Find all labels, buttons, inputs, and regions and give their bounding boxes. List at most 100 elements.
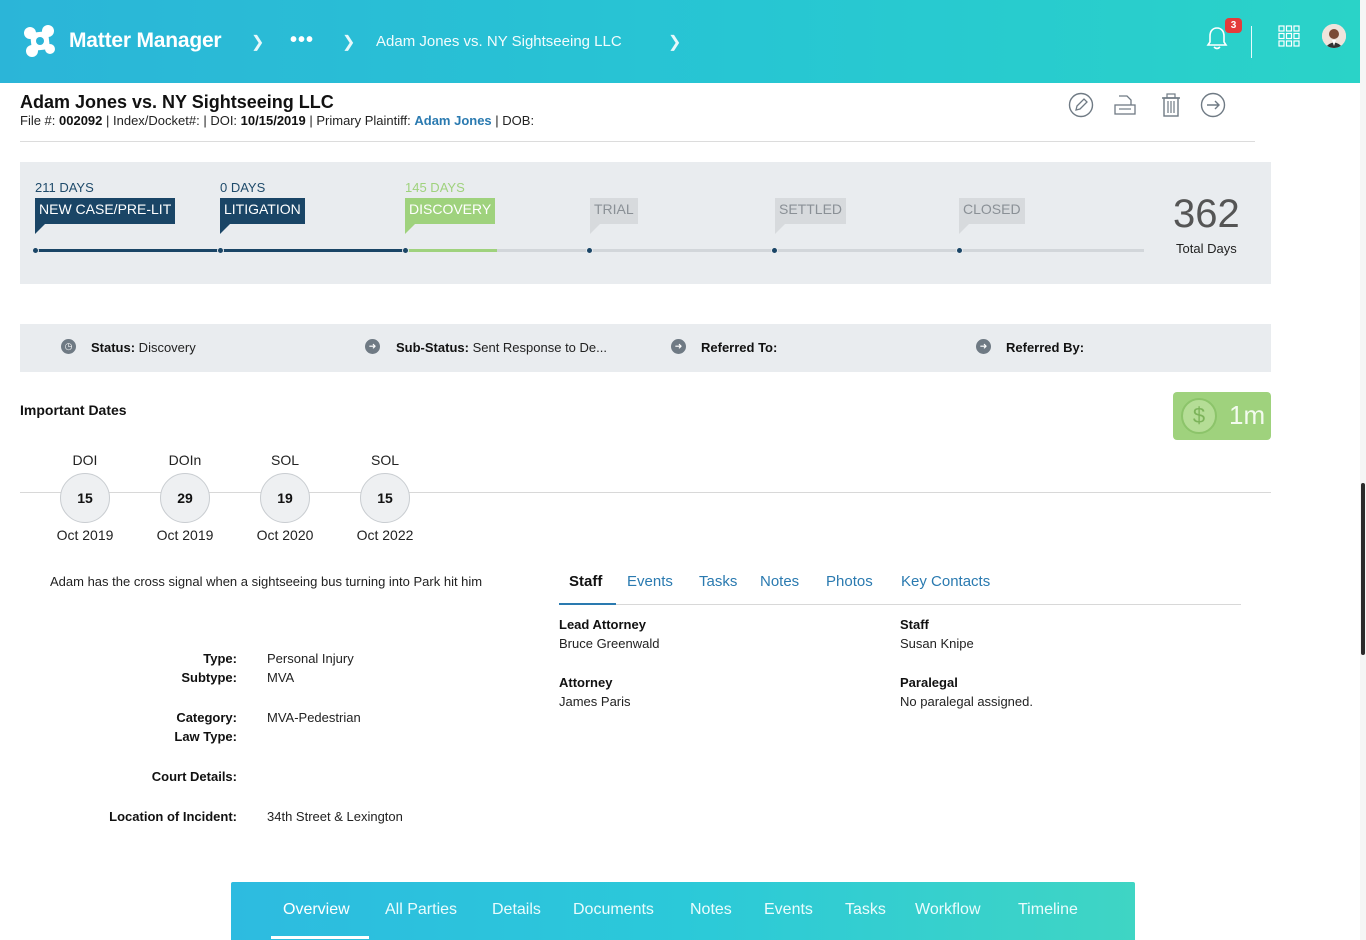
referred-by[interactable]: Referred By: — [1006, 340, 1084, 355]
attorney-name[interactable]: James Paris — [559, 694, 631, 709]
edit-icon[interactable] — [1068, 92, 1094, 118]
paralegal-value: No paralegal assigned. — [900, 694, 1033, 709]
date-month: Oct 2019 — [156, 527, 214, 543]
tab-photos[interactable]: Photos — [826, 573, 873, 590]
nav-workflow[interactable]: Workflow — [915, 901, 981, 919]
arrow-right-icon: ➜ — [671, 339, 686, 354]
category-value: MVA-Pedestrian — [267, 710, 361, 725]
notification-badge: 3 — [1225, 18, 1242, 33]
plaintiff-link[interactable]: Adam Jones — [414, 113, 491, 128]
status-value: Discovery — [135, 340, 196, 355]
important-date[interactable]: DOI 15 Oct 2019 — [45, 452, 125, 543]
status-label: Status: — [91, 340, 136, 355]
matter-manager-logo-icon[interactable] — [20, 21, 60, 61]
case-stage-progress: 211 DAYS NEW CASE/PRE-LIT 0 DAYS LITIGAT… — [20, 162, 1271, 284]
breadcrumb-more[interactable]: ••• — [290, 29, 314, 52]
stage-days: 211 DAYS — [35, 180, 94, 195]
nav-overview[interactable]: Overview — [283, 901, 350, 919]
stage-node — [956, 247, 963, 254]
date-type: DOI — [72, 452, 98, 468]
active-tab-indicator — [559, 603, 616, 605]
apps-grid-icon[interactable] — [1278, 25, 1300, 47]
nav-notes[interactable]: Notes — [690, 901, 732, 919]
trash-icon[interactable] — [1158, 92, 1184, 118]
stage-settled[interactable]: SETTLED — [775, 198, 847, 224]
breadcrumb-case[interactable]: Adam Jones vs. NY Sightseeing LLC — [376, 33, 622, 50]
nav-timeline[interactable]: Timeline — [1018, 901, 1078, 919]
referred-to-label: Referred To: — [701, 340, 778, 355]
important-date[interactable]: DOIn 29 Oct 2019 — [145, 452, 225, 543]
stage-days: 0 DAYS — [220, 180, 266, 195]
lead-attorney-name[interactable]: Bruce Greenwald — [559, 636, 659, 651]
stage-pointer — [405, 224, 415, 234]
stage-pointer — [220, 224, 230, 234]
referred-to[interactable]: Referred To: — [701, 340, 777, 355]
stage-node — [586, 247, 593, 254]
chevron-right-icon: ❯ — [668, 34, 682, 51]
stage-discovery[interactable]: DISCOVERY — [405, 198, 496, 224]
subtype-value: MVA — [267, 670, 295, 685]
date-type: DOIn — [168, 452, 202, 468]
important-dates-title: Important Dates — [20, 402, 127, 418]
sub-status[interactable]: Sub-Status: Sent Response to De... — [396, 340, 607, 355]
stage-node — [32, 247, 39, 254]
subtype-label: Subtype: — [181, 670, 237, 685]
status[interactable]: Status: Discovery — [91, 340, 196, 355]
index-label: | Index/Docket#: | DOI: — [102, 113, 241, 128]
tab-events[interactable]: Events — [627, 573, 673, 590]
share-arrow-icon[interactable] — [1200, 92, 1226, 118]
page-title: Adam Jones vs. NY Sightseeing LLC — [20, 92, 334, 112]
stage-litigation[interactable]: LITIGATION — [220, 198, 305, 224]
nav-details[interactable]: Details — [492, 901, 541, 919]
file-number: 002092 — [59, 113, 103, 128]
app-name[interactable]: Matter Manager — [69, 29, 222, 53]
tab-staff[interactable]: Staff — [569, 573, 602, 590]
nav-tasks[interactable]: Tasks — [845, 901, 886, 919]
case-meta: File #: 002092 | Index/Docket#: | DOI: 1… — [20, 113, 534, 128]
type-label: Type: — [203, 651, 237, 666]
location-value: 34th Street & Lexington — [267, 809, 403, 824]
dob-label: | DOB: — [491, 113, 535, 128]
tab-tasks[interactable]: Tasks — [699, 573, 737, 590]
arrow-right-icon: ➜ — [365, 339, 380, 354]
date-day: 15 — [360, 473, 410, 523]
date-type: SOL — [270, 452, 299, 468]
avatar[interactable] — [1322, 24, 1346, 48]
important-date[interactable]: SOL 19 Oct 2020 — [245, 452, 325, 543]
staff-name[interactable]: Susan Knipe — [900, 636, 974, 651]
document-print-icon[interactable] — [1112, 92, 1138, 118]
stage-new-case[interactable]: NEW CASE/PRE-LIT — [35, 198, 176, 224]
stage-pointer — [590, 224, 600, 234]
date-month: Oct 2022 — [356, 527, 414, 543]
user-photo-icon — [1322, 24, 1346, 48]
bottom-navigation: Overview All Parties Details Documents N… — [231, 882, 1135, 940]
stage-trial[interactable]: TRIAL — [590, 198, 638, 224]
stage-days: 145 DAYS — [405, 180, 465, 195]
plaintiff-label: | Primary Plaintiff: — [305, 113, 415, 128]
stage-closed[interactable]: CLOSED — [959, 198, 1025, 224]
divider — [1251, 26, 1252, 58]
stage-node — [402, 247, 409, 254]
date-day: 15 — [60, 473, 110, 523]
scrollbar-track[interactable] — [1360, 0, 1366, 940]
date-month: Oct 2020 — [256, 527, 314, 543]
stage-pointer — [959, 224, 969, 234]
total-days-value: 362 — [1173, 192, 1240, 236]
paralegal-label: Paralegal — [900, 675, 958, 690]
scrollbar-thumb[interactable] — [1361, 483, 1365, 655]
dollar-coin-icon: $ — [1181, 398, 1217, 434]
header-divider — [20, 141, 1255, 142]
important-date[interactable]: SOL 15 Oct 2022 — [345, 452, 425, 543]
arrow-right-icon: ➜ — [976, 339, 991, 354]
nav-events[interactable]: Events — [764, 901, 813, 919]
date-day: 19 — [260, 473, 310, 523]
stage-node — [217, 247, 224, 254]
progress-fill-current — [405, 249, 497, 252]
chevron-right-icon: ❯ — [251, 34, 265, 51]
nav-documents[interactable]: Documents — [573, 901, 654, 919]
nav-all-parties[interactable]: All Parties — [385, 901, 457, 919]
location-label: Location of Incident: — [109, 809, 237, 824]
tab-notes[interactable]: Notes — [760, 573, 799, 590]
tab-key-contacts[interactable]: Key Contacts — [901, 573, 990, 590]
case-value-badge[interactable]: $ 1m — [1173, 392, 1271, 440]
